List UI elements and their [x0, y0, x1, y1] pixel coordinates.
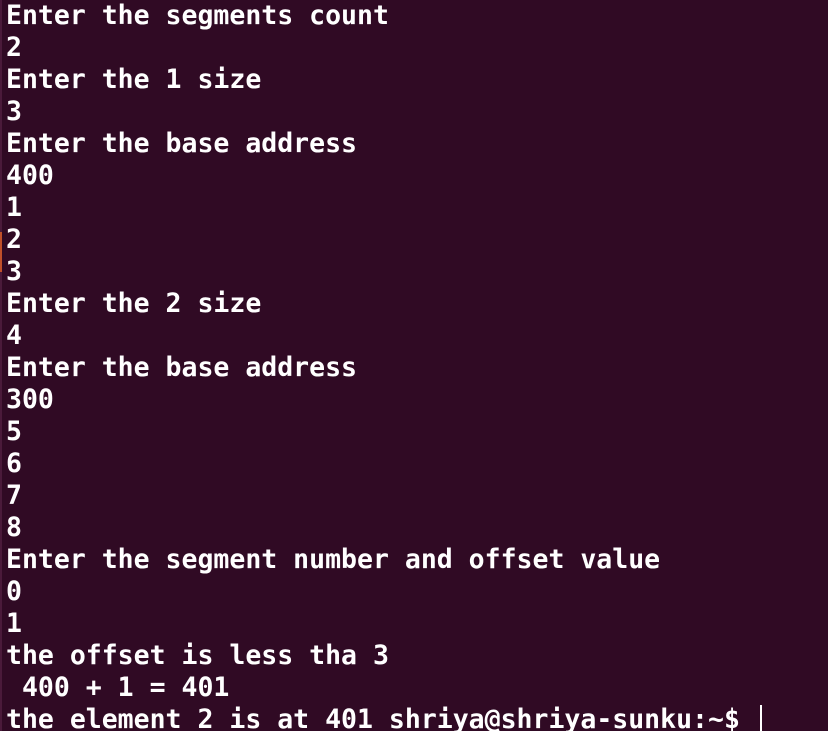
output-line: 400 + 1 = 401 [6, 672, 230, 703]
prompt-line[interactable]: the element 2 is at 401 shriya@shriya-su… [6, 704, 828, 731]
window-edge [0, 0, 2, 731]
terminal-output: Enter the segments count 2 Enter the 1 s… [6, 0, 828, 731]
text-cursor [759, 704, 762, 731]
output-line: Enter the segments count [6, 0, 389, 31]
output-line: 1 [6, 608, 22, 639]
output-line: 3 [6, 256, 22, 287]
output-line: 5 [6, 416, 22, 447]
output-line: 3 [6, 96, 22, 127]
output-line: 7 [6, 480, 22, 511]
output-line: Enter the base address [6, 352, 357, 383]
output-line: 400 [6, 160, 54, 191]
output-line: Enter the 2 size [6, 288, 262, 319]
output-line: 1 [6, 192, 22, 223]
terminal-window[interactable]: Enter the segments count 2 Enter the 1 s… [0, 0, 828, 731]
output-line: 2 [6, 224, 22, 255]
output-line: 4 [6, 320, 22, 351]
output-line: 300 [6, 384, 54, 415]
output-line: 6 [6, 448, 22, 479]
output-line: Enter the segment number and offset valu… [6, 544, 661, 575]
output-line: Enter the base address [6, 128, 357, 159]
shell-prompt: shriya@shriya-sunku:~$ [388, 704, 756, 731]
output-line: 2 [6, 32, 22, 63]
output-line: 0 [6, 576, 22, 607]
last-output-text: the element 2 is at 401 [6, 704, 389, 731]
output-line: the offset is less tha 3 [6, 640, 389, 671]
output-line: 8 [6, 512, 22, 543]
edge-marker [0, 232, 2, 272]
output-line: Enter the 1 size [6, 64, 262, 95]
